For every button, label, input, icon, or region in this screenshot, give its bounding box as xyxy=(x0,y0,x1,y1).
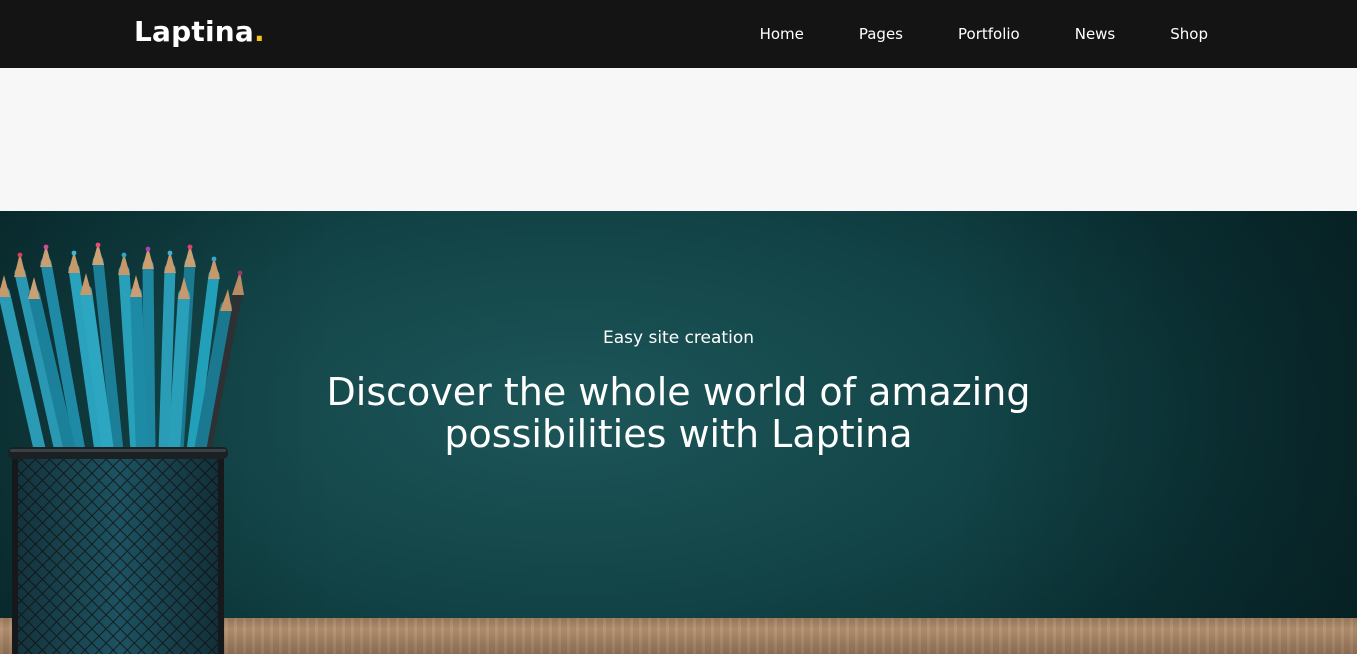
hero-title-line-2: possibilities with Laptina xyxy=(444,412,913,456)
hero-title-line-1: Discover the whole world of amazing xyxy=(326,370,1031,414)
nav-portfolio[interactable]: Portfolio xyxy=(958,0,1020,68)
nav-home[interactable]: Home xyxy=(760,0,804,68)
nav-shop[interactable]: Shop xyxy=(1170,0,1208,68)
nav-pages[interactable]: Pages xyxy=(859,0,903,68)
nav-news[interactable]: News xyxy=(1075,0,1116,68)
logo-dot: . xyxy=(254,15,265,48)
hero-title: Discover the whole world of amazing poss… xyxy=(0,371,1357,455)
hero-kicker: Easy site creation xyxy=(603,328,754,348)
mesh-cup xyxy=(8,447,228,654)
main-nav: Home Pages Portfolio News Shop xyxy=(760,0,1208,68)
logo-text: Laptina xyxy=(134,15,254,48)
blank-band xyxy=(0,68,1357,211)
hero-section: Easy site creation Discover the whole wo… xyxy=(0,211,1357,654)
site-logo[interactable]: Laptina. xyxy=(134,14,265,50)
site-header: Laptina. Home Pages Portfolio News Shop xyxy=(0,0,1357,68)
